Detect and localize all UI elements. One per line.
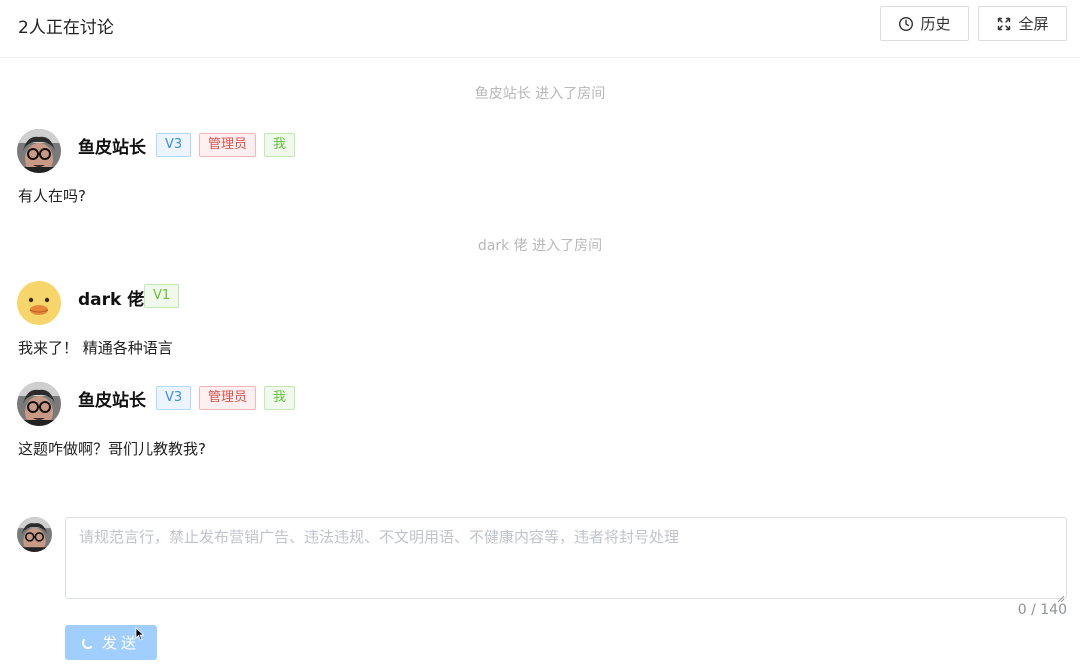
fullscreen-label: 全屏 bbox=[1018, 15, 1049, 33]
expand-icon bbox=[996, 16, 1012, 32]
level-badge: V1 bbox=[144, 284, 180, 308]
avatar[interactable] bbox=[17, 129, 61, 173]
message-text: 有人在吗? bbox=[18, 187, 86, 205]
page-title: 2人正在讨论 bbox=[18, 18, 114, 38]
username[interactable]: 鱼皮站长 bbox=[78, 386, 146, 411]
mouse-cursor-icon bbox=[135, 626, 145, 641]
system-message: 鱼皮站长 进入了房间 bbox=[474, 86, 606, 102]
chat-header: 2人正在讨论 历史 全屏 bbox=[0, 0, 1080, 58]
char-counter: 0 / 140 bbox=[1017, 602, 1067, 618]
message-input[interactable]: 请规范言行，禁止发布营销广告、违法违规、不文明用语、不健康内容等，违者将封号处理 bbox=[65, 517, 1067, 599]
admin-badge: 管理员 bbox=[199, 386, 257, 410]
loading-spinner-icon bbox=[81, 636, 94, 649]
me-badge: 我 bbox=[264, 386, 296, 410]
fullscreen-button[interactable]: 全屏 bbox=[978, 6, 1067, 41]
history-label: 历史 bbox=[920, 15, 951, 33]
username[interactable]: dark 佬 bbox=[78, 285, 144, 310]
resize-handle-icon[interactable] bbox=[1056, 588, 1065, 603]
level-badge: V3 bbox=[156, 386, 192, 410]
history-button[interactable]: 历史 bbox=[880, 6, 969, 41]
level-badge: V3 bbox=[156, 133, 192, 157]
avatar[interactable] bbox=[17, 382, 61, 426]
avatar[interactable] bbox=[17, 281, 61, 325]
me-badge: 我 bbox=[264, 133, 296, 157]
clock-icon bbox=[898, 16, 914, 32]
system-message: dark 佬 进入了房间 bbox=[477, 238, 603, 254]
current-user-avatar bbox=[17, 517, 52, 552]
message-text: 这题咋做啊？哥们儿教教我? bbox=[18, 440, 206, 458]
username[interactable]: 鱼皮站长 bbox=[78, 133, 146, 158]
message-text: 我来了！ 精通各种语言 bbox=[18, 339, 173, 357]
admin-badge: 管理员 bbox=[199, 133, 257, 157]
